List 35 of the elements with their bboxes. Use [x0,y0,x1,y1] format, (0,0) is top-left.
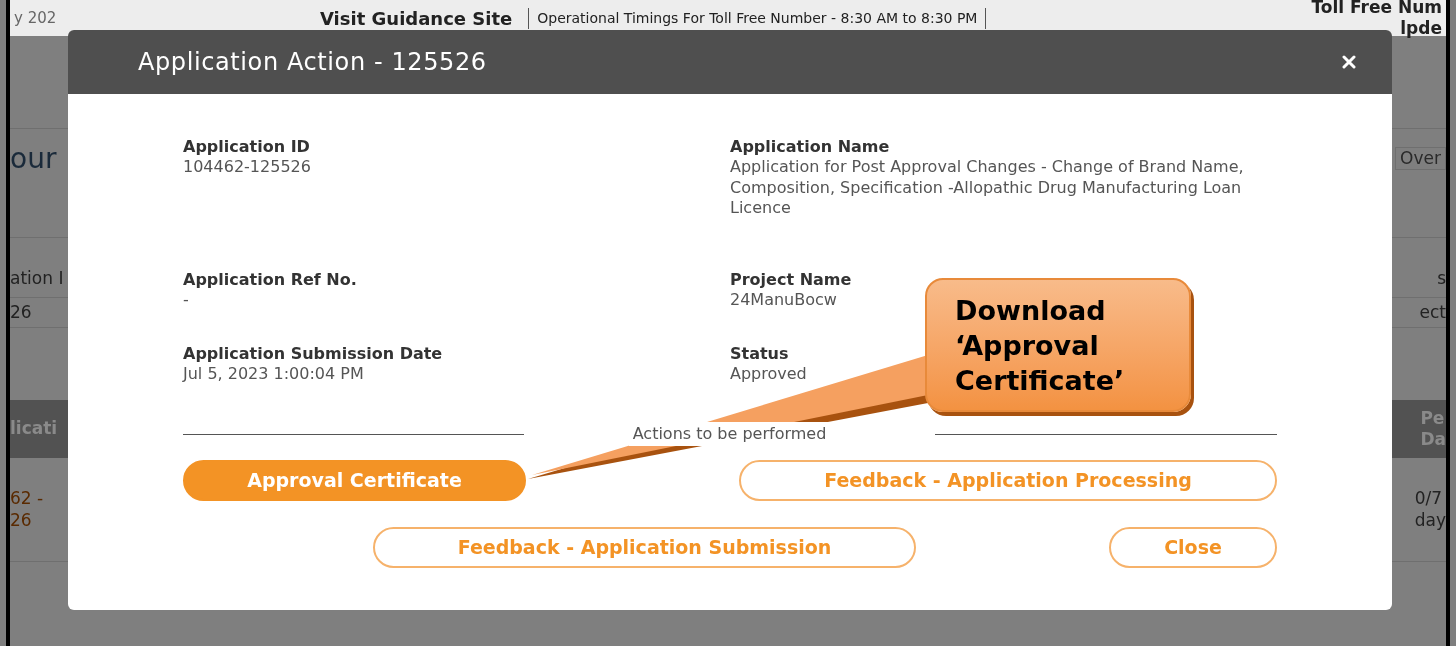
table-cell: 0/7 day [1414,488,1446,531]
callout-text: Download [955,293,1107,328]
field-value: Jul 5, 2023 1:00:04 PM [183,364,364,385]
action-button[interactable]: Feedback - Application Submission [373,527,916,568]
callout-text: Certificate’ [955,363,1126,398]
field-label: Application Ref No. [183,269,357,290]
column-header: licati [10,418,58,440]
action-button[interactable]: Close [1109,527,1277,568]
column-header: Pe Da [1420,407,1446,451]
callout-text: ‘Approval [955,328,1100,363]
table-cell: ect [1419,301,1446,324]
field-label: Status [730,343,789,364]
timings-text: Operational Timings For Toll Free Number - 8:30 AM to 8:30 PM [528,7,987,29]
close-icon[interactable] [1342,55,1356,69]
helpdesk-text: lpde [1400,18,1442,40]
field-value: 24ManuBocw [730,290,837,311]
field-label: Project Name [730,269,852,290]
field-label: Application Name [730,136,890,157]
field-label: Application ID [183,136,310,157]
modal-title: Application Action - 125526 [138,47,487,78]
actions-heading: Actions to be performed [628,422,831,446]
field-value: Application for Post Approval Changes - Change of Brand Name, Composition, Specification -Allopathic Drug Manufacturing Loan Licence [730,157,1245,219]
certificate-button[interactable]: Approval Certificate [183,460,526,501]
field-label: Application Submission Date [183,343,443,364]
date-text: y 202 [14,8,58,28]
field-value: Approved [730,364,807,385]
toll-free-text: Toll Free Num [1311,0,1442,18]
action-button[interactable]: Feedback - Application Processing [739,460,1277,501]
field-value: 104462-125526 [183,157,311,178]
field-value: - [183,290,189,311]
table-cell: 26 [10,301,32,324]
guidance-link[interactable]: Visit Guidance Site [320,4,513,32]
page-heading: our [10,141,57,176]
table-header: s [1437,267,1446,289]
table-header: ation I [10,267,64,289]
